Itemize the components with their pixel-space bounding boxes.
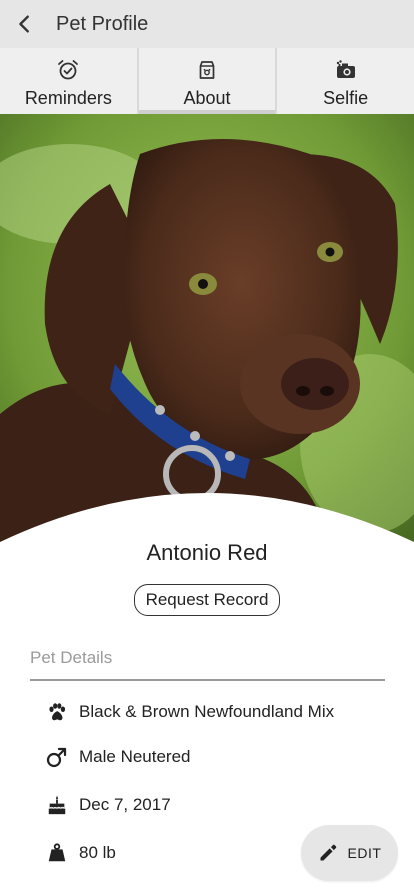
- pet-details-heading: Pet Details: [30, 648, 113, 667]
- paw-icon: [44, 699, 70, 725]
- divider: [30, 679, 385, 681]
- detail-sex: Male Neutered: [44, 742, 191, 772]
- pet-name: Antonio Red: [146, 540, 268, 565]
- pet-food-bag-icon: [195, 58, 219, 82]
- pet-photo: [0, 114, 414, 554]
- edit-label: EDIT: [347, 845, 382, 861]
- tab-selfie[interactable]: Selfie: [277, 48, 414, 114]
- page-title: Pet Profile: [56, 12, 149, 35]
- pencil-icon: [320, 844, 336, 861]
- weight-icon: [44, 840, 70, 866]
- alarm-clock-icon: [56, 58, 80, 82]
- male-icon: [44, 744, 70, 770]
- sex-text: Male Neutered: [79, 747, 191, 766]
- pet-profile-header: Antonio Red Request Record: [0, 540, 414, 616]
- app-bar: Pet Profile: [0, 0, 414, 48]
- cake-icon: [44, 792, 70, 818]
- breed-text: Black & Brown Newfoundland Mix: [79, 702, 335, 721]
- request-record-button[interactable]: Request Record: [133, 584, 281, 616]
- detail-birthday: Dec 7, 2017: [44, 790, 171, 820]
- tab-bar: Reminders About Selfie: [0, 48, 414, 114]
- tab-label: Reminders: [24, 88, 112, 108]
- tab-reminders[interactable]: Reminders: [0, 48, 137, 114]
- detail-weight: 80 lb: [44, 838, 116, 868]
- detail-breed: Black & Brown Newfoundland Mix: [44, 697, 334, 727]
- back-button[interactable]: [0, 0, 50, 48]
- birthday-text: Dec 7, 2017: [79, 795, 171, 814]
- edit-button[interactable]: EDIT: [301, 825, 398, 881]
- back-arrow-icon: [19, 15, 29, 33]
- camera-pet-icon: [334, 58, 358, 82]
- weight-text: 80 lb: [79, 843, 116, 862]
- tab-label: About: [183, 88, 231, 108]
- tab-label: Selfie: [323, 88, 369, 108]
- tab-about[interactable]: About: [138, 48, 276, 114]
